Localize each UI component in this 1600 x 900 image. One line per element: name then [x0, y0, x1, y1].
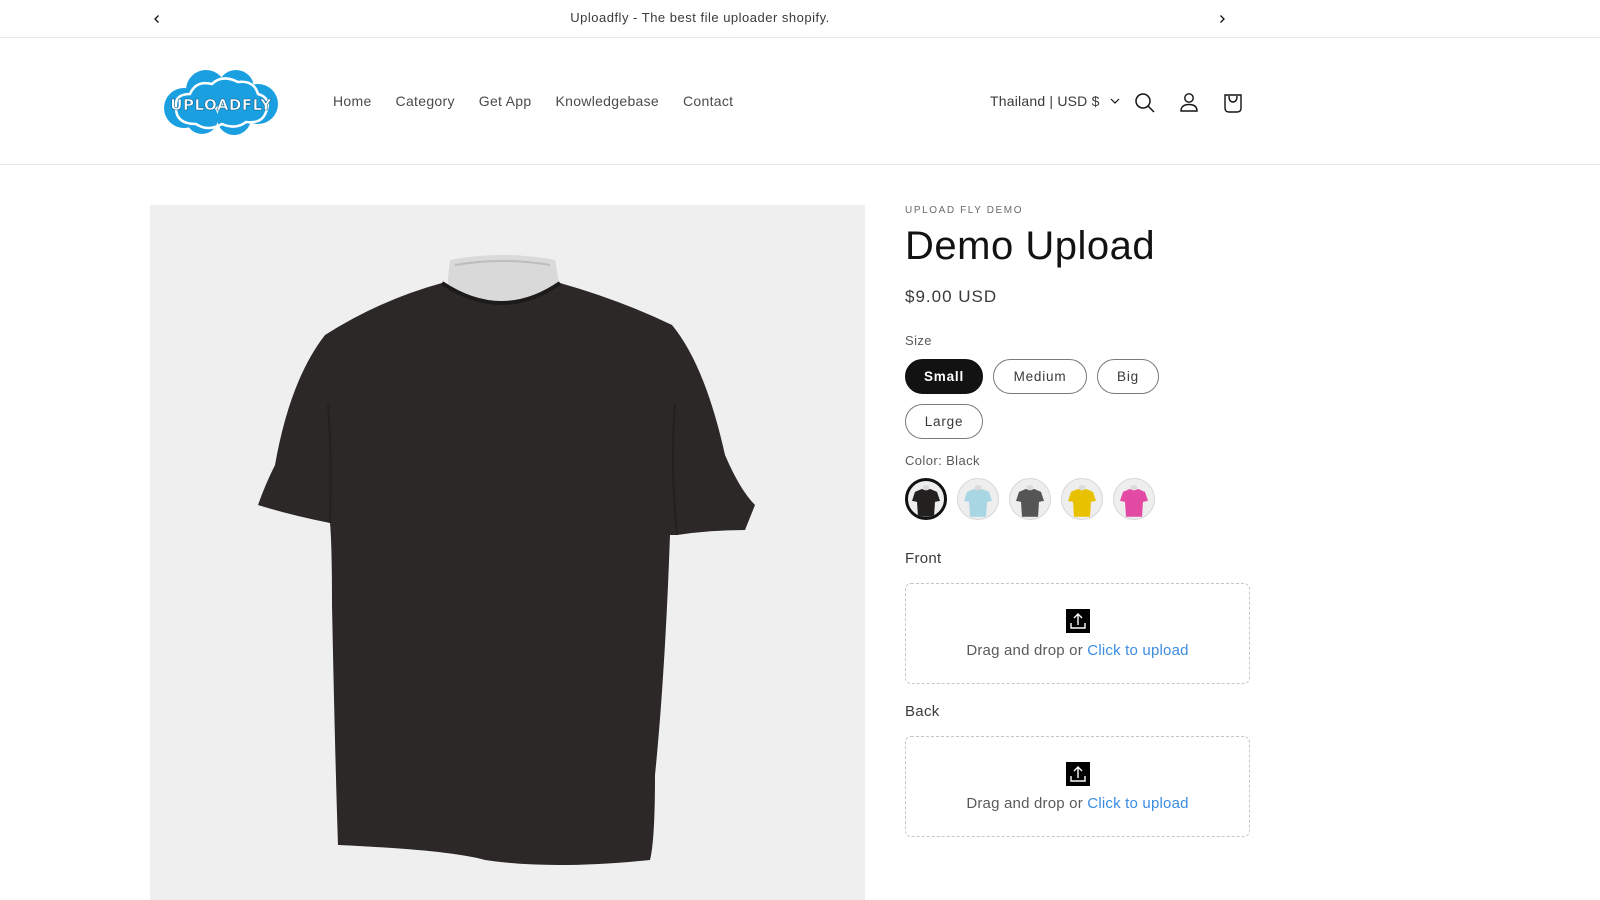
account-button[interactable]	[1176, 90, 1202, 116]
size-options: Small Medium Big Large	[905, 359, 1205, 439]
tshirt-swatch-icon	[1120, 485, 1148, 517]
color-swatch-light-blue[interactable]	[957, 478, 999, 520]
cart-button[interactable]	[1220, 90, 1246, 116]
front-upload-dropzone[interactable]: Drag and drop or Click to upload	[905, 583, 1250, 684]
tshirt-image	[258, 255, 755, 865]
product-price: $9.00 USD	[905, 287, 998, 306]
product-info: UPLOAD FLY DEMO Demo Upload $9.00 USD Si…	[905, 205, 1250, 837]
logo-text: UPLOADFLY	[170, 96, 272, 114]
color-options	[905, 478, 1250, 520]
announcement-bar: Uploadfly - The best file uploader shopi…	[0, 0, 1600, 38]
size-option-big[interactable]: Big	[1097, 359, 1159, 394]
front-upload-label: Front	[905, 550, 942, 567]
tshirt-swatch-icon	[1016, 485, 1044, 517]
tshirt-swatch-icon	[912, 485, 940, 517]
drag-drop-text: Drag and drop or	[966, 641, 1088, 659]
cart-icon	[1224, 94, 1242, 113]
nav-contact[interactable]: Contact	[683, 93, 733, 109]
upload-icon	[1065, 761, 1090, 786]
chevron-right-icon	[1220, 15, 1225, 23]
account-icon	[1180, 93, 1198, 112]
nav-category[interactable]: Category	[396, 93, 455, 109]
size-option-large[interactable]: Large	[905, 404, 983, 439]
upload-icon	[1065, 608, 1090, 633]
drag-drop-text: Drag and drop or	[966, 794, 1088, 812]
back-upload-label: Back	[905, 703, 940, 720]
chevron-down-icon	[1110, 98, 1119, 104]
size-option-medium[interactable]: Medium	[993, 359, 1087, 394]
announcement-next-button[interactable]	[1212, 9, 1232, 29]
nav-home[interactable]: Home	[333, 93, 372, 109]
product-title: Demo Upload	[905, 224, 1156, 268]
nav-knowledgebase[interactable]: Knowledgebase	[555, 93, 659, 109]
main-nav: Home Category Get App Knowledgebase Cont…	[333, 93, 733, 109]
back-upload-dropzone[interactable]: Drag and drop or Click to upload	[905, 736, 1250, 837]
front-click-to-upload-link[interactable]: Click to upload	[1087, 642, 1188, 659]
product-image[interactable]	[150, 205, 865, 900]
announcement-message: Uploadfly - The best file uploader shopi…	[570, 10, 830, 25]
cloud-logo-icon: UPLOADFLY	[164, 70, 278, 135]
tshirt-swatch-icon	[964, 485, 992, 517]
nav-get-app[interactable]: Get App	[479, 93, 532, 109]
size-label: Size	[905, 333, 932, 348]
search-button[interactable]	[1132, 90, 1158, 116]
back-click-to-upload-link[interactable]: Click to upload	[1087, 795, 1188, 812]
back-upload-text: Drag and drop or Click to upload	[966, 795, 1188, 812]
tshirt-swatch-icon	[1068, 485, 1096, 517]
front-upload-text: Drag and drop or Click to upload	[966, 642, 1188, 659]
color-swatch-black[interactable]	[905, 478, 947, 520]
product-vendor: UPLOAD FLY DEMO	[905, 205, 1024, 216]
logo[interactable]: UPLOADFLY	[162, 68, 280, 136]
country-currency-selector[interactable]: Thailand | USD $	[990, 93, 1120, 109]
color-swatch-gray[interactable]	[1009, 478, 1051, 520]
search-icon	[1135, 93, 1155, 113]
size-option-small[interactable]: Small	[905, 359, 983, 394]
locale-label: Thailand | USD $	[990, 93, 1100, 109]
site-header: UPLOADFLY Home Category Get App Knowledg…	[0, 38, 1600, 165]
color-swatch-pink[interactable]	[1113, 478, 1155, 520]
color-label: Color: Black	[905, 453, 980, 468]
color-swatch-yellow[interactable]	[1061, 478, 1103, 520]
